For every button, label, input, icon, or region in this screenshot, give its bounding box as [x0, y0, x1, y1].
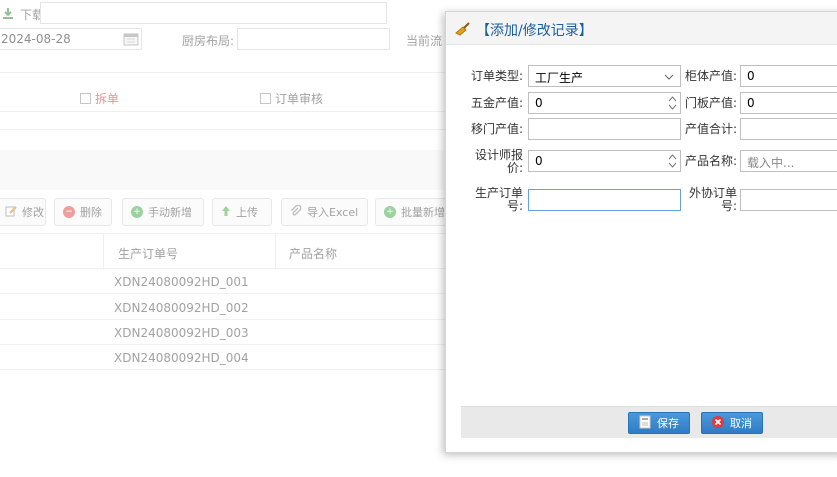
cancel-label: 取消 — [730, 417, 752, 430]
total-value-input[interactable] — [740, 118, 837, 140]
paperclip-icon — [290, 204, 302, 220]
column-header-production-order[interactable]: 生产订单号 — [118, 245, 178, 262]
designer-quote-label: 设计师报 价: — [474, 148, 523, 175]
date-input[interactable]: 2024-08-28 — [0, 28, 142, 50]
panel-header — [0, 150, 446, 190]
production-order-label: 生产订单 号: — [474, 186, 523, 213]
production-order-cell: XDN24080092HD_001 — [114, 275, 249, 289]
hardware-value-label: 五金产值: — [470, 96, 523, 110]
upload-icon — [221, 205, 231, 220]
date-value: 2024-08-28 — [1, 32, 71, 46]
manual-add-button[interactable]: + 手动新增 — [122, 198, 204, 226]
cabinet-value-label: 柜体产值: — [684, 69, 737, 83]
order-type-select[interactable]: 工厂生产 — [528, 65, 681, 87]
dialog-title: 【添加/修改记录】 — [476, 23, 593, 39]
cancel-button[interactable]: 取消 — [701, 412, 763, 434]
save-label: 保存 — [657, 417, 679, 430]
add-icon: + — [131, 206, 143, 218]
order-type-value: 工厂生产 — [535, 71, 584, 85]
edit-button[interactable]: 修改 — [0, 198, 46, 226]
door-value-label: 门板产值: — [684, 96, 737, 110]
dialog-footer: 保存 取消 — [461, 406, 837, 438]
kitchen-layout-label: 厨房布局: — [182, 34, 235, 48]
split-checkbox[interactable]: 拆单 — [80, 90, 119, 107]
door-value-input[interactable]: 0 — [740, 92, 837, 114]
edit-icon — [5, 205, 17, 220]
split-checkbox-box[interactable] — [80, 93, 91, 104]
total-value-label: 产值合计: — [684, 122, 737, 136]
delete-label: 删除 — [80, 206, 102, 219]
edit-label: 修改 — [22, 206, 44, 219]
production-order-cell: XDN24080092HD_004 — [114, 351, 249, 365]
batch-add-label: 批量新增 — [401, 206, 445, 219]
hardware-value: 0 — [535, 96, 543, 110]
upload-button[interactable]: 上传 — [212, 198, 272, 226]
table-row[interactable]: XDN24080092HD_002 — [0, 295, 446, 320]
outsource-order-label: 外协订单 号: — [688, 186, 737, 213]
dialog-header[interactable]: 【添加/修改记录】 — [446, 12, 837, 45]
sliding-door-value-label: 移门产值: — [470, 122, 523, 136]
product-name-placeholder: 载入中... — [747, 156, 795, 170]
cabinet-value-input[interactable]: 0 — [740, 65, 837, 87]
add-edit-record-dialog: 【添加/修改记录】 订单类型: 工厂生产 柜体产值: 0 五金产值: 0 门板产… — [445, 11, 837, 453]
delete-icon: − — [63, 206, 75, 218]
order-review-label: 订单审核 — [275, 92, 324, 106]
import-excel-label: 导入Excel — [307, 206, 359, 219]
divider — [0, 72, 446, 73]
download-icon[interactable] — [2, 7, 14, 23]
delete-button[interactable]: − 删除 — [54, 198, 112, 226]
spinner-arrows-icon[interactable] — [668, 95, 677, 111]
table-row[interactable]: XDN24080092HD_003 — [0, 320, 446, 345]
add-icon: + — [384, 206, 396, 218]
save-icon — [638, 415, 652, 432]
table-row[interactable]: XDN24080092HD_001 — [0, 269, 446, 294]
divider — [0, 129, 446, 130]
product-name-input[interactable]: 载入中... — [740, 150, 837, 172]
production-order-cell: XDN24080092HD_003 — [114, 326, 249, 340]
split-label: 拆单 — [95, 92, 120, 106]
save-button[interactable]: 保存 — [628, 412, 690, 434]
current-flow-label: 当前流 — [406, 34, 443, 48]
divider — [0, 111, 446, 112]
close-icon — [711, 415, 725, 432]
order-review-checkbox[interactable]: 订单审核 — [260, 90, 323, 107]
door-value: 0 — [747, 96, 755, 110]
import-excel-button[interactable]: 导入Excel — [281, 198, 368, 226]
order-review-checkbox-box[interactable] — [260, 93, 271, 104]
upload-label: 上传 — [236, 206, 258, 219]
spinner-arrows-icon[interactable] — [668, 153, 677, 169]
cabinet-value: 0 — [747, 69, 755, 83]
sliding-door-value-input[interactable] — [528, 118, 681, 140]
order-type-label: 订单类型: — [470, 69, 523, 83]
calendar-icon[interactable] — [123, 32, 139, 49]
manual-add-label: 手动新增 — [148, 206, 192, 219]
column-header-product-name[interactable]: 产品名称 — [289, 245, 337, 262]
kitchen-layout-input[interactable] — [237, 28, 390, 50]
hardware-value-spinner[interactable]: 0 — [528, 92, 681, 114]
production-order-input[interactable] — [528, 189, 681, 211]
designer-quote-spinner[interactable]: 0 — [528, 150, 681, 172]
download-input[interactable] — [40, 2, 387, 24]
production-order-cell: XDN24080092HD_002 — [114, 301, 249, 315]
table-row[interactable]: XDN24080092HD_004 — [0, 345, 446, 370]
outsource-order-input[interactable] — [740, 189, 837, 211]
grid-header: 生产订单号 产品名称 — [0, 233, 446, 270]
broom-icon — [455, 22, 471, 39]
product-name-label: 产品名称: — [684, 154, 737, 168]
chevron-down-icon[interactable] — [664, 71, 674, 85]
designer-quote-value: 0 — [535, 154, 543, 168]
